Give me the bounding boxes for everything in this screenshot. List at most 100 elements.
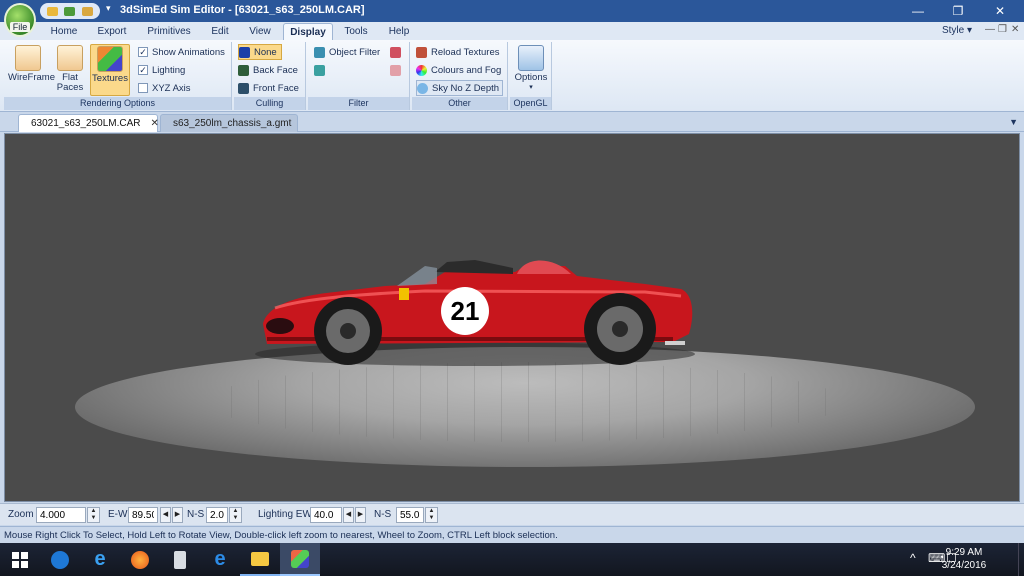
- 3d-viewport[interactable]: 21: [4, 133, 1020, 502]
- textures-label: Textures: [92, 73, 128, 84]
- lighting-ew-left-arrow-icon[interactable]: ◀: [343, 507, 354, 523]
- zoom-input[interactable]: [36, 507, 86, 523]
- lighting-checkbox[interactable]: ✓ Lighting: [138, 62, 185, 78]
- taskbar-app-arrow[interactable]: [40, 543, 80, 576]
- document-tab-car[interactable]: 63021_s63_250LM.CAR ✕: [18, 114, 159, 132]
- ns-input[interactable]: [206, 507, 228, 523]
- tab-display[interactable]: Display: [283, 23, 333, 40]
- 3dsimed-icon: [291, 549, 309, 568]
- zoom-spinner[interactable]: ▲ ▼: [87, 507, 100, 523]
- textures-button[interactable]: Textures: [90, 44, 130, 96]
- file-menu-button[interactable]: File: [4, 3, 36, 37]
- ew-right-arrow-icon[interactable]: ▶: [172, 507, 183, 523]
- minimize-button[interactable]: —: [898, 0, 938, 22]
- flat-paces-button[interactable]: Flat Paces: [50, 44, 90, 96]
- lighting-ns-spinner[interactable]: ▲ ▼: [425, 507, 438, 523]
- lighting-ns-input[interactable]: [396, 507, 424, 523]
- save-icon[interactable]: [64, 6, 76, 16]
- reload-textures-label: Reload Textures: [431, 46, 500, 58]
- lighting-ew-input[interactable]: [310, 507, 342, 523]
- tab-primitives[interactable]: Primitives: [142, 23, 196, 40]
- object-filter-label: Object Filter: [329, 46, 381, 58]
- sky-no-z-depth-label: Sky No Z Depth: [432, 82, 500, 94]
- ew-input[interactable]: [128, 507, 158, 523]
- color-wheel-icon: [416, 64, 427, 76]
- culling-label: Culling: [234, 97, 305, 110]
- flat-paces-label: Flat Paces: [56, 72, 84, 93]
- folder-icon[interactable]: [81, 6, 93, 16]
- other-group: Reload Textures Colours and Fog Sky No Z…: [412, 42, 508, 110]
- ew-left-arrow-icon[interactable]: ◀: [160, 507, 171, 523]
- taskbar-app-explorer[interactable]: [240, 543, 280, 576]
- show-hidden-icons-icon[interactable]: ^: [910, 551, 916, 565]
- taskbar-app-firefox[interactable]: [120, 543, 160, 576]
- front-face-button[interactable]: Front Face: [238, 80, 299, 96]
- qat-dropdown-icon[interactable]: ▾: [106, 3, 111, 14]
- tab-view[interactable]: View: [244, 23, 276, 40]
- reload-textures-button[interactable]: Reload Textures: [416, 44, 499, 60]
- ns-spinner[interactable]: ▲ ▼: [229, 507, 242, 523]
- colours-fog-label: Colours and Fog: [431, 64, 502, 76]
- xyz-axis-checkbox[interactable]: XYZ Axis: [138, 80, 191, 96]
- mdi-close-icon[interactable]: ✕: [1011, 24, 1019, 35]
- taskbar-app-edge[interactable]: e: [80, 543, 120, 576]
- file-label: File: [9, 22, 31, 32]
- car-model[interactable]: 21: [5, 134, 1020, 502]
- opengl-group: Options ▾ OpenGL: [510, 42, 552, 110]
- taskbar-app-device[interactable]: [160, 543, 200, 576]
- close-tab-icon[interactable]: ✕: [151, 118, 159, 129]
- show-animations-checkbox[interactable]: ✓ Show Animations: [138, 44, 225, 60]
- firefox-icon: [131, 550, 149, 569]
- quick-access-toolbar: [40, 3, 100, 19]
- style-label: Style: [941, 25, 965, 36]
- filter-clear-button[interactable]: [390, 62, 405, 78]
- clock-time: 9:29 AM: [945, 547, 983, 558]
- filter-toggle-button[interactable]: [314, 62, 329, 78]
- ribbon-tab-bar: Home Export Primitives Edit View Display…: [0, 22, 1024, 40]
- sky-icon: [417, 82, 428, 94]
- ie-icon: e: [94, 548, 106, 570]
- mdi-minimize-icon[interactable]: —: [985, 24, 995, 35]
- window-title: 3dSimEd Sim Editor - [63021_s63_250LM.CA…: [120, 4, 365, 16]
- mdi-restore-icon[interactable]: ❐: [998, 24, 1007, 35]
- style-menu[interactable]: Style ▾: [942, 25, 972, 36]
- colours-fog-button[interactable]: Colours and Fog: [416, 62, 501, 78]
- filter-apply-button[interactable]: [390, 44, 405, 60]
- car-number: 21: [451, 296, 480, 326]
- rendering-options-label: Rendering Options: [4, 97, 231, 110]
- show-desktop-button[interactable]: [1018, 543, 1024, 576]
- tab-home[interactable]: Home: [44, 23, 84, 40]
- tab-tools[interactable]: Tools: [338, 23, 374, 40]
- funnel-clear-icon: [390, 64, 401, 76]
- tab-edit[interactable]: Edit: [204, 23, 236, 40]
- filter-label: Filter: [308, 97, 409, 110]
- xyz-axis-label: XYZ Axis: [152, 82, 191, 94]
- taskbar-app-edge2[interactable]: e: [200, 543, 240, 576]
- document-tab-gmt[interactable]: s63_250lm_chassis_a.gmt: [160, 114, 298, 132]
- back-face-button[interactable]: Back Face: [238, 62, 298, 78]
- system-clock[interactable]: 9:29 AM 3/24/2016: [934, 546, 994, 572]
- close-button[interactable]: ✕: [980, 0, 1020, 22]
- lighting-ew-right-arrow-icon[interactable]: ▶: [355, 507, 366, 523]
- other-label: Other: [412, 97, 507, 110]
- start-button[interactable]: [0, 543, 40, 576]
- opengl-options-button[interactable]: Options ▾: [512, 44, 550, 96]
- maximize-button[interactable]: ❐: [938, 0, 978, 22]
- tab-export[interactable]: Export: [90, 23, 134, 40]
- rendering-options-group: WireFrame Flat Paces Textures ✓ Show Ani…: [4, 42, 232, 110]
- wireframe-button[interactable]: WireFrame: [8, 44, 55, 96]
- folder-icon: [251, 551, 269, 566]
- object-filter-button[interactable]: Object Filter: [314, 44, 380, 60]
- lighting-ew-label: Lighting EW: [258, 509, 312, 520]
- taskbar-app-3dsimed[interactable]: [280, 543, 320, 576]
- sky-no-z-depth-button[interactable]: Sky No Z Depth: [416, 80, 504, 96]
- wireframe-icon: [15, 45, 41, 71]
- open-folder-icon[interactable]: [47, 6, 59, 16]
- ns-label: N-S: [187, 509, 205, 520]
- back-face-icon: [238, 64, 249, 76]
- tab-help[interactable]: Help: [382, 23, 416, 40]
- tab-list-dropdown-icon[interactable]: ▼: [1009, 117, 1018, 127]
- title-bar: ▾ 3dSimEd Sim Editor - [63021_s63_250LM.…: [0, 0, 1024, 22]
- culling-none-button[interactable]: None: [238, 44, 282, 60]
- shield-icon: [239, 46, 250, 58]
